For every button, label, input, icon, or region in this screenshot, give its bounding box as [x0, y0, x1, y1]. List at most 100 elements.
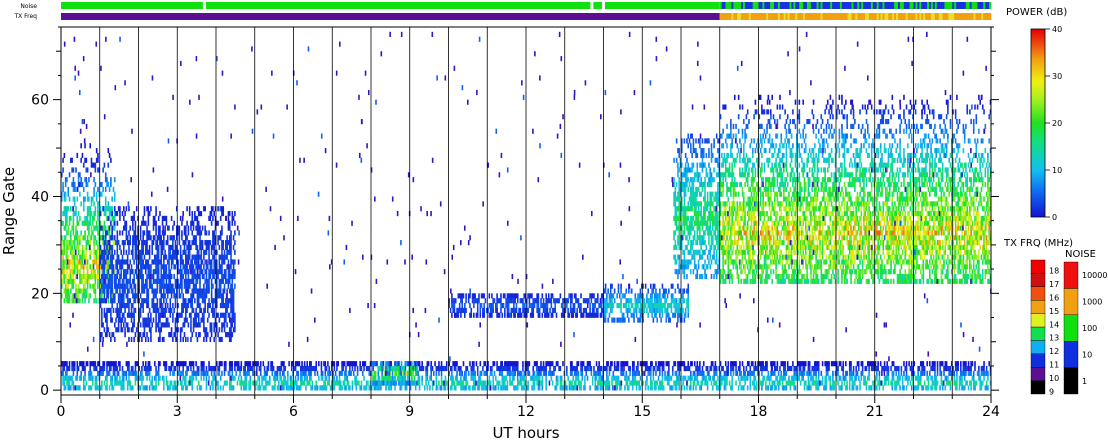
- power-cell: [150, 365, 152, 372]
- noise-segment: [818, 2, 821, 9]
- power-cell: [467, 370, 470, 376]
- power-cell: [691, 361, 693, 367]
- power-cell: [779, 365, 781, 372]
- noise-segment: [760, 2, 763, 9]
- noise-segment: [775, 2, 779, 9]
- power-cell: [737, 375, 740, 381]
- power-cell: [268, 375, 271, 381]
- power-cell: [744, 370, 746, 376]
- power-cell: [121, 254, 124, 260]
- power-cell: [651, 361, 653, 367]
- power-cell: [230, 249, 232, 255]
- power-cell: [110, 365, 112, 372]
- power-cell: [956, 385, 958, 391]
- txfreq-segment: [930, 13, 934, 20]
- power-cell: [790, 365, 793, 372]
- power-cell: [864, 375, 867, 381]
- txfreq-segment: [929, 13, 932, 20]
- power-cell: [209, 273, 212, 280]
- power-cell: [67, 230, 70, 236]
- power-cell: [449, 307, 452, 313]
- power-cell: [197, 312, 200, 318]
- power-cell: [126, 269, 129, 275]
- power-cell: [320, 361, 323, 367]
- power-cell: [119, 361, 121, 367]
- power-cell: [754, 361, 757, 367]
- noise-segment: [849, 2, 852, 9]
- power-cell: [227, 259, 230, 265]
- power-cell: [961, 375, 963, 381]
- power-cell: [637, 365, 639, 372]
- power-cell: [732, 365, 735, 372]
- power-cell: [132, 288, 134, 294]
- power-cell: [842, 361, 845, 367]
- power-cell: [458, 303, 461, 309]
- power-cell: [199, 225, 201, 231]
- power-cell: [111, 244, 113, 251]
- power-cell: [589, 361, 591, 367]
- power-cell: [179, 336, 182, 343]
- power-cell: [104, 249, 107, 255]
- power-cell: [919, 375, 922, 381]
- power-cell: [577, 375, 580, 381]
- power-cell: [103, 220, 106, 226]
- txfreq-segment: [770, 13, 773, 20]
- power-cell: [139, 225, 142, 231]
- power-cell: [655, 361, 657, 367]
- power-cell: [482, 365, 484, 372]
- power-cell: [192, 327, 195, 333]
- noise-segment: [843, 2, 846, 9]
- power-cell: [817, 361, 820, 367]
- power-cell: [431, 365, 434, 372]
- power-cell: [76, 361, 79, 367]
- power-cell: [128, 375, 130, 381]
- power-cell: [318, 375, 320, 381]
- power-cell: [94, 162, 97, 168]
- power-cell: [454, 385, 457, 391]
- power-cell: [789, 385, 792, 391]
- power-cell: [169, 303, 172, 309]
- power-cell: [123, 322, 125, 328]
- power-cell: [651, 380, 653, 386]
- power-cell: [143, 332, 146, 338]
- power-cell: [941, 361, 944, 367]
- power-cell: [95, 191, 98, 197]
- power-cell: [218, 259, 221, 265]
- power-cell: [445, 361, 448, 367]
- power-cell: [936, 370, 939, 376]
- power-cell: [278, 380, 280, 386]
- power-cell: [274, 385, 276, 391]
- power-cell: [956, 375, 958, 381]
- power-cell: [82, 361, 85, 367]
- power-cell: [461, 298, 464, 304]
- power-cell: [88, 278, 90, 284]
- power-cell: [550, 375, 553, 381]
- power-cell: [577, 370, 580, 376]
- power-cell: [347, 380, 350, 386]
- txfreq-segment: [973, 13, 976, 20]
- power-cell: [150, 332, 152, 338]
- power-cell: [232, 288, 235, 294]
- power-cell: [826, 370, 829, 376]
- power-cell: [170, 273, 173, 280]
- txfreq-segment: [839, 13, 843, 20]
- power-cell: [192, 225, 195, 231]
- power-cell: [739, 361, 741, 367]
- power-cell: [173, 273, 175, 280]
- power-cell: [217, 385, 219, 391]
- power-cell: [571, 361, 573, 367]
- power-cell: [217, 273, 219, 280]
- power-cell: [460, 375, 462, 381]
- power-cell: [903, 370, 905, 376]
- power-cell: [923, 365, 926, 372]
- power-cell: [89, 365, 92, 372]
- power-cell: [148, 361, 151, 367]
- power-cell: [846, 380, 848, 386]
- power-cell: [213, 327, 216, 333]
- power-cell: [777, 370, 780, 376]
- power-cell: [186, 317, 188, 323]
- power-cell: [70, 385, 72, 391]
- power-cell: [200, 385, 203, 391]
- power-cell: [107, 201, 110, 207]
- power-cell: [64, 191, 67, 197]
